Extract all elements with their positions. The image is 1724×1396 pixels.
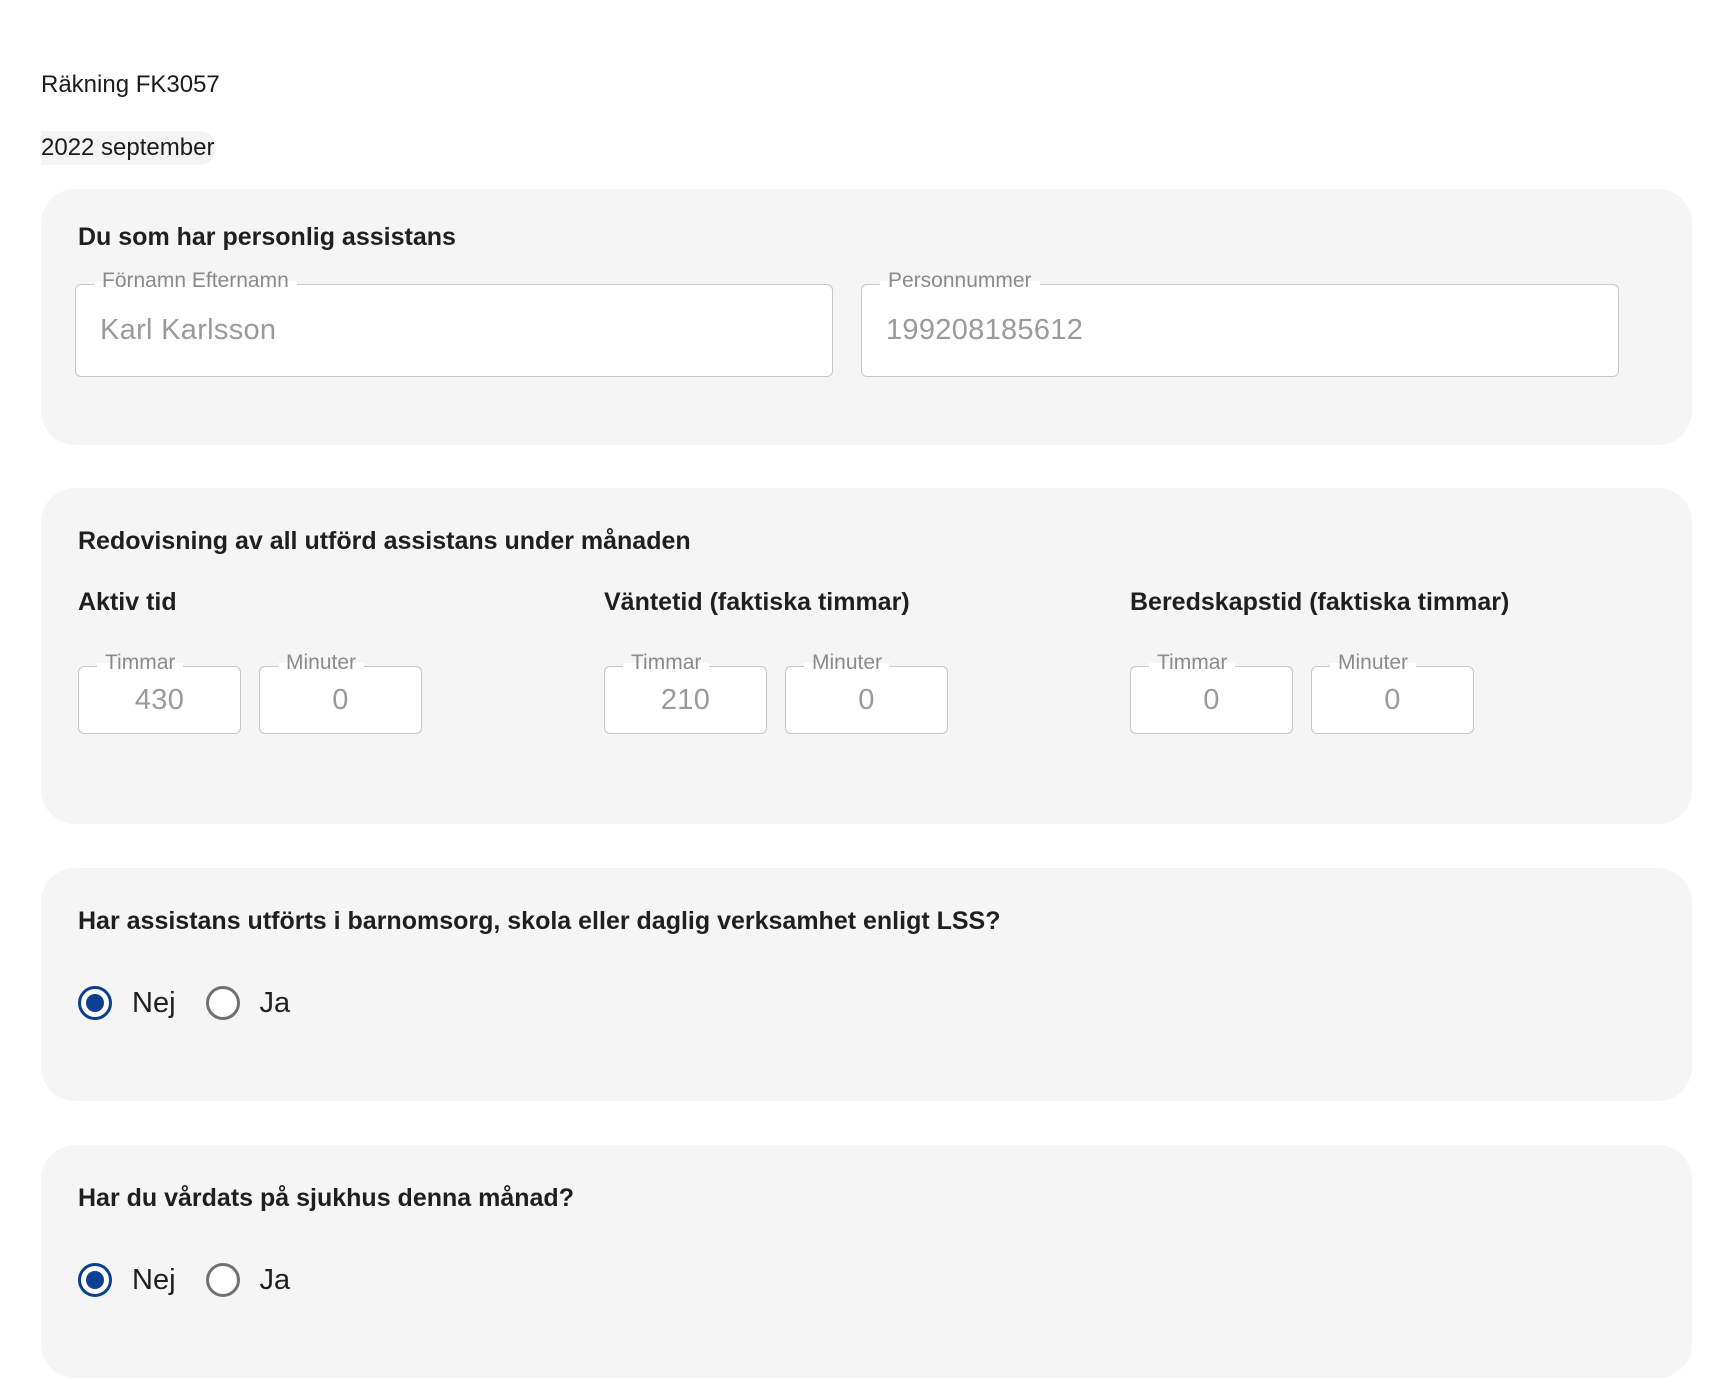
hospital-option-ja[interactable]: Ja [205, 1263, 291, 1297]
name-field-value: Karl Karlsson [100, 314, 277, 346]
active-time-minutes-field[interactable]: Minuter 0 [259, 651, 422, 734]
personal-assistance-heading: Du som har personlig assistans [78, 223, 456, 251]
active-time-hours-field[interactable]: Timmar 430 [78, 651, 241, 734]
childcare-question-card: Har assistans utförts i barnomsorg, skol… [41, 868, 1692, 1101]
childcare-option-nej[interactable]: Nej [78, 986, 176, 1020]
radio-selected-icon[interactable] [78, 986, 112, 1020]
waiting-time-heading: Väntetid (faktiska timmar) [604, 588, 910, 616]
standby-time-hours-value: 0 [1203, 683, 1220, 716]
active-time-minutes-value: 0 [332, 683, 349, 716]
assistance-report-card: Redovisning av all utförd assistans unde… [41, 488, 1692, 824]
hospital-radio-group: Nej Ja [78, 1263, 320, 1297]
hospital-option-nej[interactable]: Nej [78, 1263, 176, 1297]
radio-unselected-icon[interactable] [205, 986, 240, 1020]
active-time-hours-value: 430 [134, 683, 185, 716]
radio-option-label: Nej [132, 986, 176, 1019]
childcare-option-ja[interactable]: Ja [205, 986, 291, 1020]
childcare-question-heading: Har assistans utförts i barnomsorg, skol… [78, 907, 1001, 935]
assistance-report-heading: Redovisning av all utförd assistans unde… [78, 527, 691, 555]
radio-option-label: Ja [259, 986, 291, 1019]
hospital-question-heading: Har du vårdats på sjukhus denna månad? [78, 1184, 574, 1212]
personnummer-field[interactable]: Personnummer 199208185612 [861, 269, 1619, 377]
radio-option-label: Ja [259, 1263, 291, 1296]
radio-unselected-icon[interactable] [205, 1263, 240, 1297]
standby-time-minutes-field[interactable]: Minuter 0 [1311, 651, 1474, 734]
childcare-radio-group: Nej Ja [78, 986, 320, 1020]
standby-time-hours-field[interactable]: Timmar 0 [1130, 651, 1293, 734]
standby-time-heading: Beredskapstid (faktiska timmar) [1130, 588, 1510, 616]
radio-option-label: Nej [132, 1263, 176, 1296]
standby-time-minutes-value: 0 [1384, 683, 1401, 716]
waiting-time-hours-field[interactable]: Timmar 210 [604, 651, 767, 734]
waiting-time-minutes-field[interactable]: Minuter 0 [785, 651, 948, 734]
document-period: 2022 september [41, 131, 217, 165]
waiting-time-hours-value: 210 [660, 683, 711, 716]
document-title: Räkning FK3057 [41, 71, 220, 98]
active-time-heading: Aktiv tid [78, 588, 177, 616]
personal-assistance-card: Du som har personlig assistans Förnamn E… [41, 189, 1692, 445]
waiting-time-minutes-value: 0 [858, 683, 875, 716]
name-field[interactable]: Förnamn Efternamn Karl Karlsson [75, 269, 833, 377]
personnummer-field-value: 199208185612 [886, 314, 1084, 346]
radio-selected-icon[interactable] [78, 1263, 112, 1297]
hospital-question-card: Har du vårdats på sjukhus denna månad? N… [41, 1145, 1692, 1378]
